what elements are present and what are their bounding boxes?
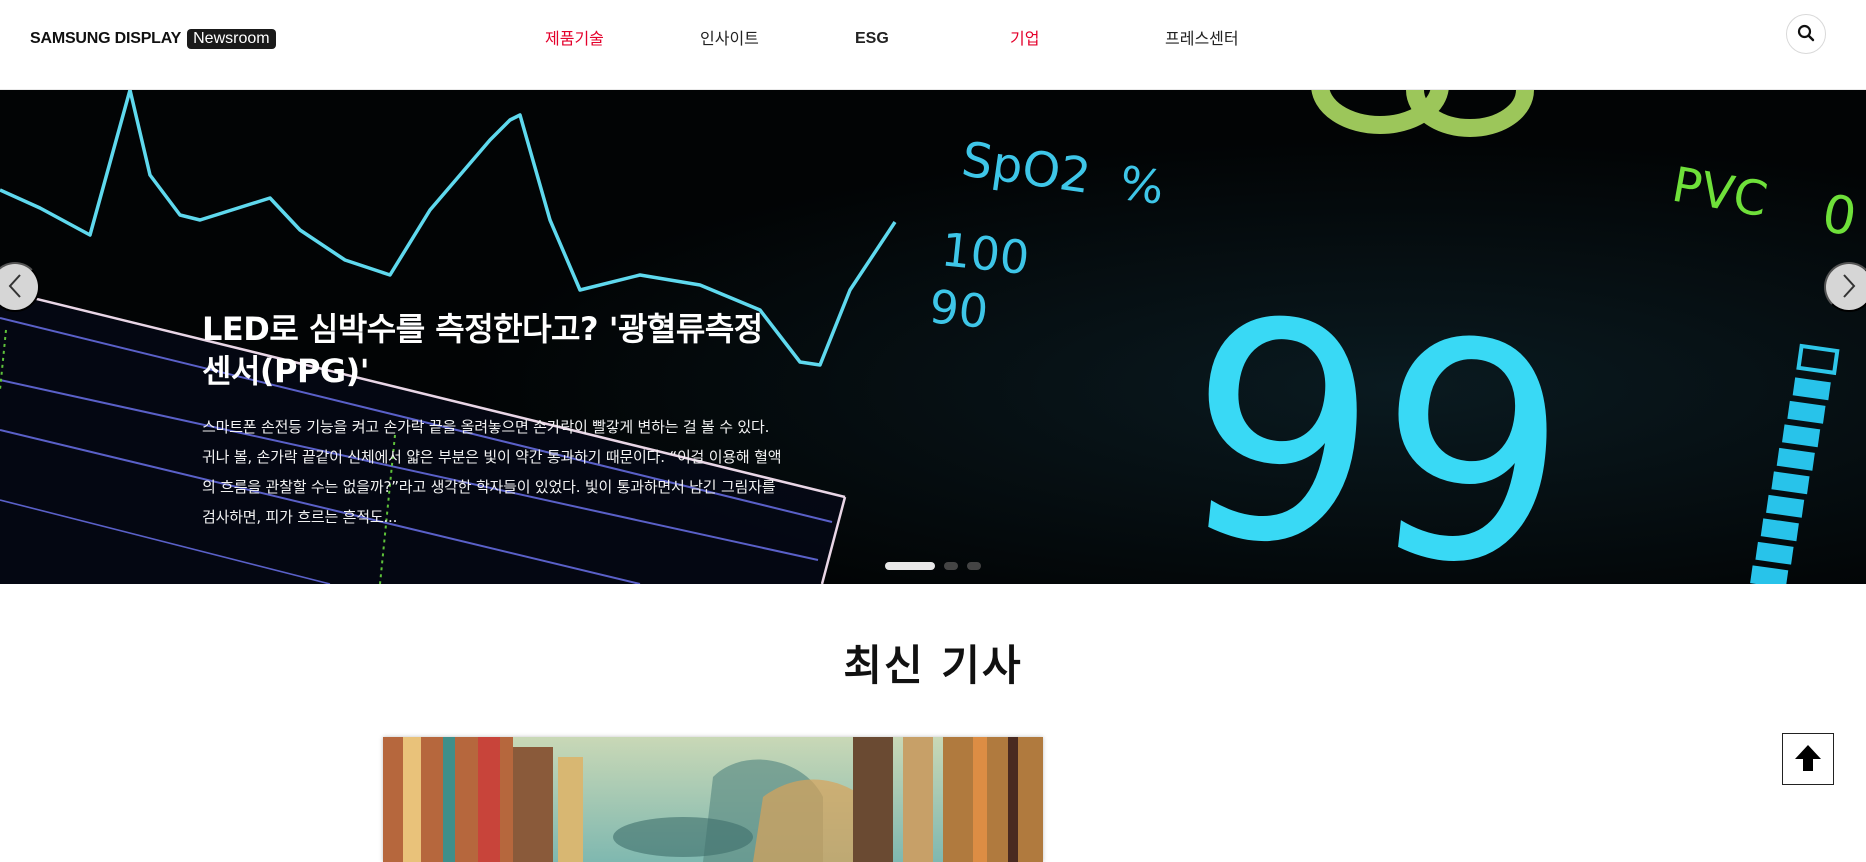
chevron-right-icon bbox=[1841, 273, 1857, 302]
nav-item-insight[interactable]: 인사이트 bbox=[700, 28, 759, 50]
hero-description: 스마트폰 손전등 기능을 켜고 손가락 끝을 올려놓으면 손가락이 빨갛게 변하… bbox=[202, 418, 782, 526]
search-icon bbox=[1797, 24, 1815, 45]
slider-next-button[interactable] bbox=[1824, 262, 1866, 312]
site-header: SAMSUNG DISPLAY Newsroom 제품기술 인사이트 ESG 기… bbox=[0, 0, 1866, 90]
nav-item-products-tech[interactable]: 제품기술 bbox=[545, 28, 604, 50]
nav-item-press-center[interactable]: 프레스센터 bbox=[1165, 28, 1239, 50]
slider-dot-3[interactable] bbox=[967, 562, 981, 570]
logo-badge: Newsroom bbox=[187, 29, 276, 49]
site-logo[interactable]: SAMSUNG DISPLAY Newsroom bbox=[30, 28, 276, 50]
spo2-scale-90: 90 bbox=[927, 279, 991, 339]
nav-item-esg[interactable]: ESG bbox=[855, 28, 889, 50]
nav-item-company[interactable]: 기업 bbox=[1010, 28, 1039, 50]
spo2-percent: % bbox=[1116, 155, 1167, 215]
latest-articles-heading: 최신 기사 bbox=[843, 641, 1023, 690]
hero-title[interactable]: LED로 심박수를 측정한다고? '광혈류측정 센서(PPG)' bbox=[202, 308, 802, 392]
latest-article-card[interactable] bbox=[383, 737, 1043, 862]
logo-brand: SAMSUNG DISPLAY bbox=[30, 30, 182, 47]
slider-dot-1[interactable] bbox=[885, 562, 935, 570]
chevron-left-icon bbox=[7, 273, 23, 302]
slider-pagination bbox=[885, 562, 981, 570]
spo2-scale-100: 100 bbox=[939, 222, 1032, 285]
scroll-to-top-button[interactable] bbox=[1782, 733, 1834, 785]
arrow-up-icon bbox=[1793, 743, 1823, 776]
hero-slider: SpO2 % 100 90 99 PVC 0 LED로 심박수를 측정한다고? … bbox=[0, 90, 1866, 584]
slider-dot-2[interactable] bbox=[944, 562, 958, 570]
search-button[interactable] bbox=[1786, 14, 1826, 54]
spo2-reading: 99 bbox=[1168, 252, 1584, 584]
article-thumbnail-image bbox=[383, 737, 1043, 862]
